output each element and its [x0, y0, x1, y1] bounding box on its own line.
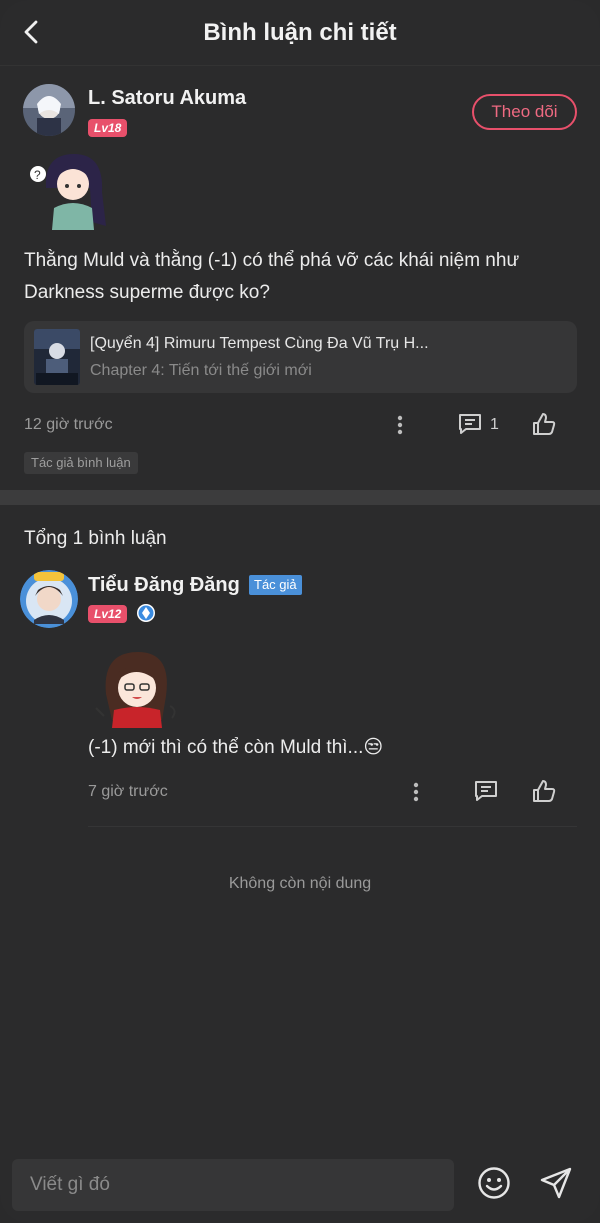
more-vertical-icon [413, 782, 419, 802]
send-icon [540, 1167, 572, 1199]
chapter-link-card[interactable]: [Quyển 4] Rimuru Tempest Cùng Đa Vũ Trụ … [24, 321, 577, 393]
more-button[interactable] [404, 780, 428, 804]
level-badge: Lv18 [88, 119, 128, 137]
emoji-icon [478, 1167, 510, 1199]
emoji-button[interactable] [475, 1164, 513, 1202]
like-button[interactable] [530, 411, 558, 437]
avatar[interactable] [20, 570, 78, 628]
sticker-image: ? [30, 148, 110, 230]
follow-button[interactable]: Theo dõi [472, 94, 577, 130]
comment-icon [459, 414, 481, 434]
comment-input[interactable] [12, 1159, 454, 1211]
more-vertical-icon [397, 415, 403, 435]
reply-total: Tổng 1 bình luận [24, 528, 167, 549]
section-divider [0, 490, 600, 505]
header: Bình luận chi tiết [0, 0, 600, 66]
vip-badge [136, 603, 156, 623]
reply-count: 1 [490, 416, 499, 433]
chapter-title: Chapter 4: Tiến tới thế giới mới [90, 362, 312, 379]
reply-button[interactable] [472, 778, 500, 804]
thumbs-up-icon [533, 780, 556, 802]
author-badge: Tác giả [249, 575, 302, 595]
thumbs-up-icon [533, 413, 556, 435]
sticker-image [92, 648, 180, 728]
reply-button[interactable] [456, 411, 484, 437]
comment-text: Thằng Muld và thằng (-1) có thể phá vỡ c… [24, 250, 520, 303]
page-title: Bình luận chi tiết [203, 18, 397, 46]
avatar[interactable] [23, 84, 75, 136]
send-button[interactable] [536, 1163, 576, 1203]
back-button[interactable] [14, 14, 50, 50]
author-comment-tag: Tác giả bình luận [24, 452, 138, 474]
divider [88, 826, 577, 827]
username[interactable]: L. Satoru Akuma [88, 87, 246, 110]
like-button[interactable] [530, 778, 558, 804]
svg-text:?: ? [34, 168, 41, 182]
comment-detail-screen: Bình luận chi tiết L. Satoru Akuma Lv18 … [0, 0, 600, 1223]
timestamp: 12 giờ trước [24, 416, 113, 433]
end-of-list-label: Không còn nội dung [228, 875, 372, 892]
level-badge: Lv12 [88, 605, 128, 623]
book-title: [Quyển 4] Rimuru Tempest Cùng Đa Vũ Trụ … [90, 335, 429, 352]
comment-icon [475, 781, 497, 801]
reply-text: (-1) mới thì có thể còn Muld thì...😒 [88, 737, 384, 758]
back-arrow-icon [24, 20, 38, 44]
book-cover-image [34, 329, 80, 385]
timestamp: 7 giờ trước [88, 783, 168, 800]
more-button[interactable] [388, 413, 412, 437]
username[interactable]: Tiểu Đăng Đăng [88, 574, 240, 597]
diamond-badge-icon [137, 604, 155, 622]
